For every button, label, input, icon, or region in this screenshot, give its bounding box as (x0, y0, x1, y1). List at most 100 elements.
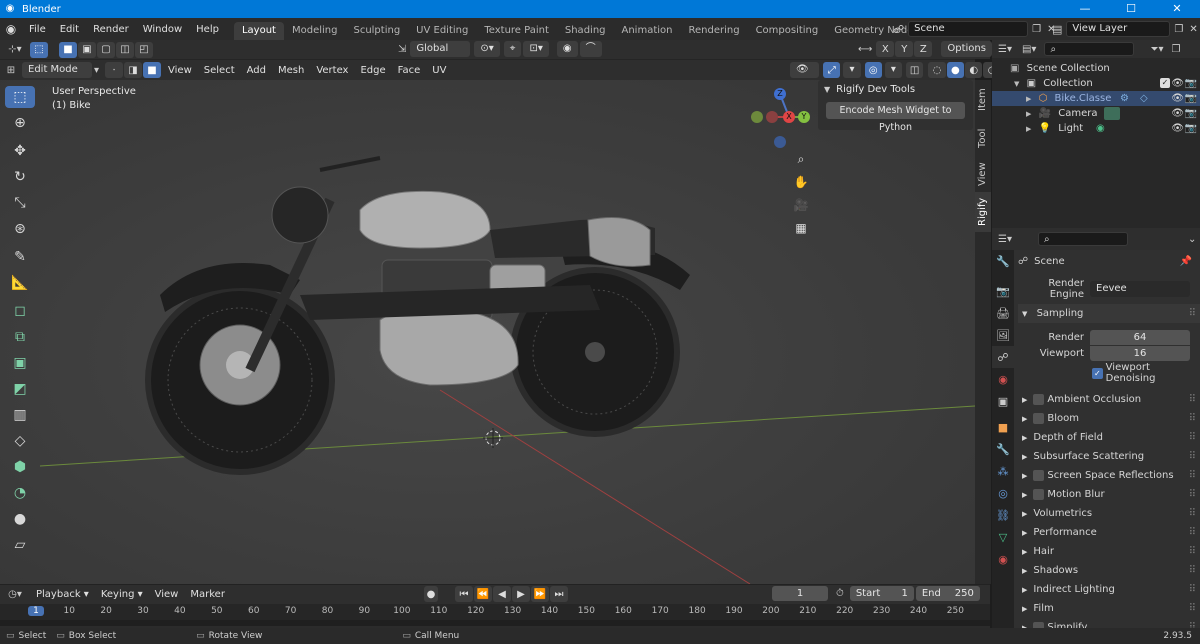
jump-keyframe-forward-icon[interactable]: ⏩ (531, 586, 549, 602)
drag-handle-icon[interactable]: ⠿ (1189, 409, 1196, 428)
particles-tab-icon[interactable]: ⁂ (992, 460, 1014, 482)
shading-material-icon[interactable]: ◐ (965, 62, 983, 78)
end-frame-field[interactable]: End 250 (915, 586, 980, 601)
mode-dropdown[interactable]: Edit Mode (22, 62, 92, 78)
tab-animation[interactable]: Animation (614, 22, 681, 40)
drag-handle-icon[interactable]: ⠿ (1189, 561, 1196, 580)
camera-render-icon[interactable]: 📷 (1185, 106, 1197, 121)
timeline-scrollbar[interactable] (0, 620, 990, 626)
scene-tab-icon[interactable]: ☍ (992, 346, 1014, 368)
outliner-editor-icon[interactable]: ☰▾ (998, 44, 1012, 55)
menu-file[interactable]: File (22, 24, 53, 35)
section-hair[interactable]: ▶ Hair ⠿ (1018, 542, 1200, 561)
start-frame-field[interactable]: Start 1 (849, 586, 914, 601)
perspective-toggle-icon[interactable]: ▦ (790, 221, 812, 244)
gizmo-y-axis[interactable]: Y (798, 111, 810, 123)
object-tab-icon[interactable]: ■ (992, 416, 1014, 438)
jump-end-icon[interactable]: ⏭ (550, 586, 568, 602)
menu-timeline-view[interactable]: View (149, 589, 185, 600)
section-subsurface-scattering[interactable]: ▶ Subsurface Scattering ⠿ (1018, 447, 1200, 466)
section-depth-of-field[interactable]: ▶ Depth of Field ⠿ (1018, 428, 1200, 447)
tab-texture-paint[interactable]: Texture Paint (476, 22, 557, 40)
scene-collection-row[interactable]: ▣ Scene Collection (992, 61, 1200, 76)
overlay-toggle-icon[interactable]: ◎ (864, 62, 882, 78)
select-mode-extend-icon[interactable]: ▣ (78, 41, 96, 58)
tab-modeling[interactable]: Modeling (284, 22, 346, 40)
move-icon[interactable]: ✥ (5, 140, 35, 162)
drag-handle-icon[interactable]: ⠿ (1189, 304, 1196, 323)
section-film[interactable]: ▶ Film ⠿ (1018, 599, 1200, 618)
drag-handle-icon[interactable]: ⠿ (1189, 504, 1196, 523)
drag-handle-icon[interactable]: ⠿ (1189, 390, 1196, 409)
display-mode-icon[interactable]: ▤▾ (1022, 44, 1036, 55)
add-cube-icon[interactable]: ◻ (5, 300, 35, 322)
play-reverse-icon[interactable]: ◀ (493, 586, 511, 602)
select-mode-subtract-icon[interactable]: ▢ (97, 41, 115, 58)
jump-start-icon[interactable]: ⏮ (455, 586, 473, 602)
section-shadows[interactable]: ▶ Shadows ⠿ (1018, 561, 1200, 580)
tab-compositing[interactable]: Compositing (748, 22, 827, 40)
menu-add[interactable]: Add (241, 65, 272, 76)
frame-ruler[interactable]: 1 10 20 30 40 50 60 70 80 90 100 110 120 130 140 150 160… (0, 604, 990, 620)
scale-icon[interactable]: ⤡ (5, 192, 35, 214)
drag-handle-icon[interactable]: ⠿ (1189, 447, 1196, 466)
drag-handle-icon[interactable]: ⠿ (1189, 580, 1196, 599)
gizmo-toggle-icon[interactable]: ⤢ (823, 62, 841, 78)
light-visibility-icon[interactable]: 👁 (1171, 121, 1184, 136)
menu-help[interactable]: Help (189, 24, 226, 35)
menu-select[interactable]: Select (198, 65, 241, 76)
shear-icon[interactable]: ▱ (5, 534, 35, 556)
collection-render-icon[interactable]: 📷 (1185, 76, 1197, 91)
filter-icon[interactable]: ⏷▾ (1150, 44, 1163, 55)
vertex-select-icon[interactable]: ⋅ (105, 62, 124, 78)
xray-toggle-icon[interactable]: ◫ (905, 62, 924, 78)
3d-viewport[interactable]: User Perspective (1) Bike Z X Y ⌕ ✋ 🎥 ▦ (0, 80, 975, 584)
section-performance[interactable]: ▶ Performance ⠿ (1018, 523, 1200, 542)
menu-uv[interactable]: UV (426, 65, 452, 76)
material-tab-icon[interactable]: ◉ (992, 548, 1014, 570)
drag-handle-icon[interactable]: ⠿ (1189, 466, 1196, 485)
collection-row[interactable]: ▼ ▣ Collection ✓ 👁 📷 (992, 76, 1200, 91)
cursor-icon[interactable]: ⊕ (5, 112, 35, 134)
panel-collapse-icon[interactable]: ▼ (824, 85, 830, 94)
expand-collection-icon[interactable]: ▼ (1014, 80, 1019, 88)
jump-keyframe-back-icon[interactable]: ⏪ (474, 586, 492, 602)
collection-visibility-icon[interactable]: 👁 (1171, 76, 1184, 91)
menu-edge[interactable]: Edge (354, 65, 391, 76)
snap-target-icon[interactable]: ⊡▾ (523, 41, 549, 57)
expand-item-icon[interactable]: ▶ (1026, 95, 1031, 103)
navigation-gizmo[interactable]: Z X Y (748, 84, 814, 150)
editor-type-icon[interactable]: ⊹▾ (0, 44, 30, 55)
tab-uv-editing[interactable]: UV Editing (408, 22, 476, 40)
shading-wireframe-icon[interactable]: ◌ (928, 62, 946, 78)
menu-window[interactable]: Window (136, 24, 189, 35)
menu-marker[interactable]: Marker (184, 589, 231, 600)
expand-item-icon[interactable]: ▶ (1026, 110, 1031, 118)
section-volumetrics[interactable]: ▶ Volumetrics ⠿ (1018, 504, 1200, 523)
render-tab-icon[interactable]: 📷 (992, 280, 1014, 302)
drag-handle-icon[interactable]: ⠿ (1189, 599, 1196, 618)
section-enable-checkbox[interactable] (1033, 488, 1045, 500)
menu-render[interactable]: Render (86, 24, 136, 35)
menu-vertex[interactable]: Vertex (310, 65, 354, 76)
mirror-z-toggle[interactable]: Z (914, 41, 933, 57)
pin-icon[interactable]: 📌 (1180, 256, 1192, 267)
minimize-button[interactable]: — (1062, 0, 1108, 18)
annotate-icon[interactable]: ✎ (5, 246, 35, 268)
blender-menu-icon[interactable]: ◉ (0, 22, 22, 36)
constraints-tab-icon[interactable]: ⛓ (992, 504, 1014, 526)
section-screen-space-reflections[interactable]: ▶ Screen Space Reflections ⠿ (1018, 466, 1200, 485)
section-motion-blur[interactable]: ▶ Motion Blur ⠿ (1018, 485, 1200, 504)
menu-playback[interactable]: Playback ▾ (30, 589, 95, 600)
new-collection-icon[interactable]: ❐ (1171, 44, 1180, 55)
tab-item[interactable]: Item (975, 80, 991, 120)
physics-tab-icon[interactable]: ◎ (992, 482, 1014, 504)
viewport-denoising-checkbox[interactable]: ✓ (1092, 367, 1103, 379)
select-box-icon[interactable]: ⬚ (5, 86, 35, 108)
menu-keying[interactable]: Keying ▾ (95, 589, 149, 600)
select-mode-invert-icon[interactable]: ◫ (116, 41, 134, 58)
proportional-edit-icon[interactable]: ◉ (556, 41, 578, 57)
camera-view-icon[interactable]: 🎥 (790, 198, 812, 221)
face-select-icon[interactable]: ■ (143, 62, 162, 78)
render-engine-dropdown[interactable]: Eevee (1090, 281, 1190, 297)
